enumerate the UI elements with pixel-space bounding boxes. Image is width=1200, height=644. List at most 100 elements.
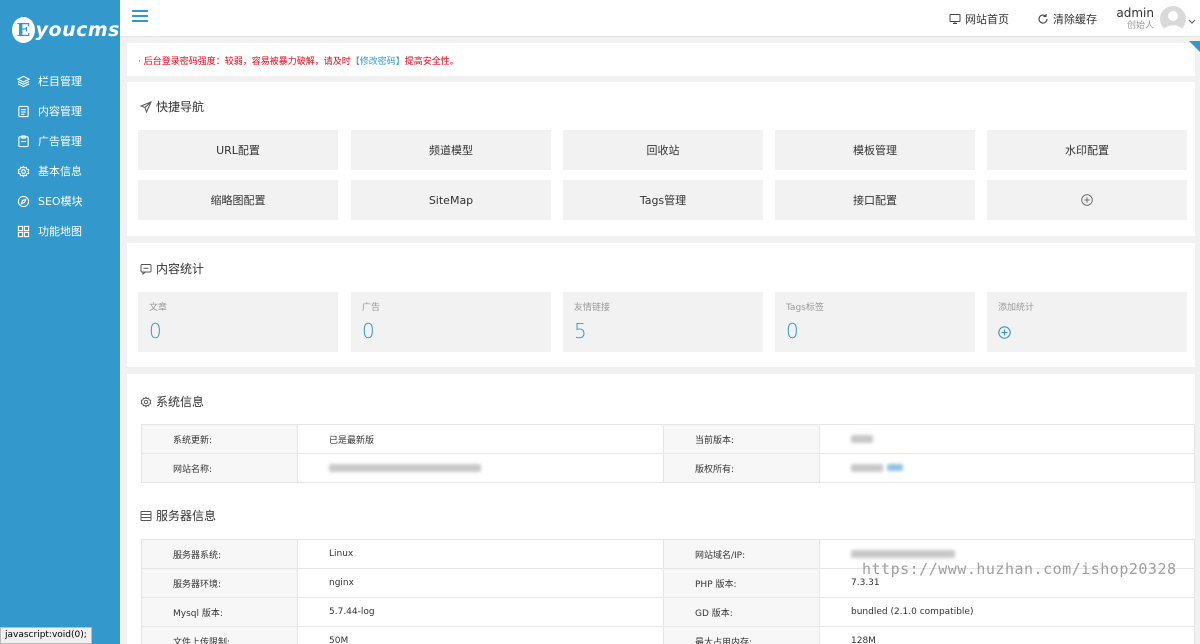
- server-os-value: Linux: [297, 539, 664, 569]
- quick-nav-title: 快捷导航: [140, 98, 204, 115]
- gear-icon: [140, 395, 152, 408]
- system-info-card: 系统信息 系统更新: 已是最新版 当前版本: 网站名称: 版权所有: 服务器信息…: [127, 374, 1195, 644]
- quick-nav-watermark-config[interactable]: 水印配置: [987, 130, 1187, 170]
- system-update-value: 已是最新版: [297, 424, 664, 454]
- quick-nav-sitemap[interactable]: SiteMap: [351, 180, 551, 220]
- max-memory-value: 128M: [819, 626, 1195, 644]
- system-info-table: 系统更新: 已是最新版 当前版本: 网站名称: 版权所有:: [141, 424, 1195, 483]
- table-row: 系统更新: 已是最新版 当前版本:: [141, 424, 1195, 454]
- logo-mark: E: [12, 17, 35, 43]
- quick-nav-template-management[interactable]: 模板管理: [775, 130, 975, 170]
- top-bar: 网站首页 清除缓存 admin 创始人: [120, 0, 1200, 37]
- admin-role: 创始人: [1126, 21, 1154, 31]
- redacted-text: [851, 434, 873, 443]
- current-version-value: [819, 424, 1195, 454]
- gear-icon: [16, 164, 30, 178]
- stat-friend-links[interactable]: 友情链接 5: [563, 292, 763, 352]
- plus-circle-icon[interactable]: [998, 326, 1011, 342]
- site-name-value: [297, 453, 664, 483]
- quick-nav-api-config[interactable]: 接口配置: [775, 180, 975, 220]
- site-name-key: 网站名称:: [141, 453, 298, 483]
- sidebar: E youcms 栏目管理 内容管理 广告管理 基本信息 SEO模块 功能地图: [0, 0, 120, 644]
- stat-value: 0: [786, 319, 799, 343]
- site-home-link[interactable]: 网站首页: [949, 11, 1009, 27]
- domain-ip-key: 网站域名/IP:: [663, 539, 820, 569]
- gd-version-key: GD 版本:: [663, 597, 820, 627]
- server-info-table: 服务器系统: Linux 网站域名/IP: 服务器环境: nginx PHP 版…: [141, 539, 1195, 644]
- sidebar-item-basic-info[interactable]: 基本信息: [0, 156, 120, 186]
- copyright-key: 版权所有:: [663, 453, 820, 483]
- stat-label: Tags标签: [786, 303, 824, 313]
- redacted-link[interactable]: [887, 464, 903, 471]
- copyright-value: [819, 453, 1195, 483]
- sidebar-item-label: 基本信息: [38, 165, 82, 178]
- sidebar-item-column-management[interactable]: 栏目管理: [0, 66, 120, 96]
- quick-nav-title-text: 快捷导航: [156, 100, 205, 114]
- mysql-version-key: Mysql 版本:: [141, 597, 298, 627]
- change-password-link[interactable]: 【修改密码】: [351, 57, 405, 67]
- redacted-text: [851, 549, 955, 558]
- quick-nav-url-config[interactable]: URL配置: [138, 130, 338, 170]
- quick-nav-channel-model[interactable]: 频道模型: [351, 130, 551, 170]
- sidebar-item-ad-management[interactable]: 广告管理: [0, 126, 120, 156]
- clear-cache-link[interactable]: 清除缓存: [1037, 11, 1097, 27]
- alert-text-before: · 后台登录密码强度：较弱，容易被暴力破解，请及时: [138, 57, 351, 67]
- monitor-icon: [949, 14, 961, 24]
- sidebar-nav: 栏目管理 内容管理 广告管理 基本信息 SEO模块 功能地图: [0, 66, 120, 246]
- table-row: 网站名称: 版权所有:: [141, 453, 1195, 483]
- content-stats-title-text: 内容统计: [156, 262, 205, 276]
- server-os-key: 服务器系统:: [141, 539, 298, 569]
- chevron-down-icon[interactable]: [1188, 14, 1196, 28]
- admin-info[interactable]: admin 创始人: [1116, 7, 1154, 32]
- gd-version-value: bundled (2.1.0 compatible): [819, 597, 1195, 627]
- sidebar-item-label: 功能地图: [38, 225, 82, 238]
- server-env-value: nginx: [297, 568, 664, 598]
- quick-nav-thumbnail-config[interactable]: 缩略图配置: [138, 180, 338, 220]
- menu-toggle-icon[interactable]: [132, 10, 148, 24]
- server-info-title: 服务器信息: [140, 507, 216, 524]
- sidebar-item-label: SEO模块: [38, 195, 83, 208]
- quick-nav-recycle-bin[interactable]: 回收站: [563, 130, 763, 170]
- server-env-key: 服务器环境:: [141, 568, 298, 598]
- logo-text: youcms: [35, 19, 120, 41]
- mysql-version-value: 5.7.44-log: [297, 597, 664, 627]
- stat-ads[interactable]: 广告 0: [351, 292, 551, 352]
- stat-add-label: 添加统计: [998, 303, 1035, 313]
- sidebar-item-label: 内容管理: [38, 105, 82, 118]
- sidebar-item-seo[interactable]: SEO模块: [0, 186, 120, 216]
- password-alert: · 后台登录密码强度：较弱，容易被暴力破解，请及时【修改密码】提高安全性。: [127, 41, 1200, 76]
- chat-icon: [140, 263, 152, 275]
- php-version-key: PHP 版本:: [663, 568, 820, 598]
- content-stats-card: 内容统计 文章 0 广告 0 友情链接 5 Tags标签 0 添加统计: [127, 243, 1195, 367]
- grid-icon: [16, 224, 30, 238]
- stat-tags[interactable]: Tags标签 0: [775, 292, 975, 352]
- server-info-title-text: 服务器信息: [156, 509, 217, 523]
- quick-nav-card: 快捷导航 URL配置 频道模型 回收站 模板管理 水印配置 缩略图配置 Site…: [127, 82, 1195, 236]
- stat-articles[interactable]: 文章 0: [138, 292, 338, 352]
- max-memory-key: 最大占用内存:: [663, 626, 820, 644]
- stat-value: 0: [362, 319, 375, 343]
- sidebar-item-label: 广告管理: [38, 135, 82, 148]
- alert-text: · 后台登录密码强度：较弱，容易被暴力破解，请及时【修改密码】提高安全性。: [138, 54, 459, 67]
- refresh-icon: [1038, 14, 1048, 24]
- server-icon: [140, 510, 152, 521]
- avatar[interactable]: [1160, 6, 1186, 32]
- alert-text-after: 提高安全性。: [404, 57, 459, 67]
- system-info-title-text: 系统信息: [156, 395, 205, 409]
- compass-icon: [16, 194, 30, 208]
- content-stats-title: 内容统计: [140, 260, 204, 277]
- table-row: Mysql 版本: 5.7.44-log GD 版本: bundled (2.1…: [141, 597, 1195, 627]
- stat-add[interactable]: 添加统计: [987, 292, 1187, 352]
- browser-status-bar: javascript:void(0);: [0, 627, 92, 644]
- sidebar-item-label: 栏目管理: [38, 75, 82, 88]
- document-icon: [16, 104, 30, 118]
- quick-nav-add-button[interactable]: [987, 180, 1187, 220]
- clear-cache-label: 清除缓存: [1053, 13, 1097, 26]
- sidebar-item-feature-map[interactable]: 功能地图: [0, 216, 120, 246]
- sidebar-item-content-management[interactable]: 内容管理: [0, 96, 120, 126]
- send-icon: [140, 100, 152, 113]
- quick-nav-tags-management[interactable]: Tags管理: [563, 180, 763, 220]
- logo[interactable]: E youcms: [0, 0, 120, 60]
- system-update-key: 系统更新:: [141, 424, 298, 454]
- stat-label: 友情链接: [574, 303, 611, 313]
